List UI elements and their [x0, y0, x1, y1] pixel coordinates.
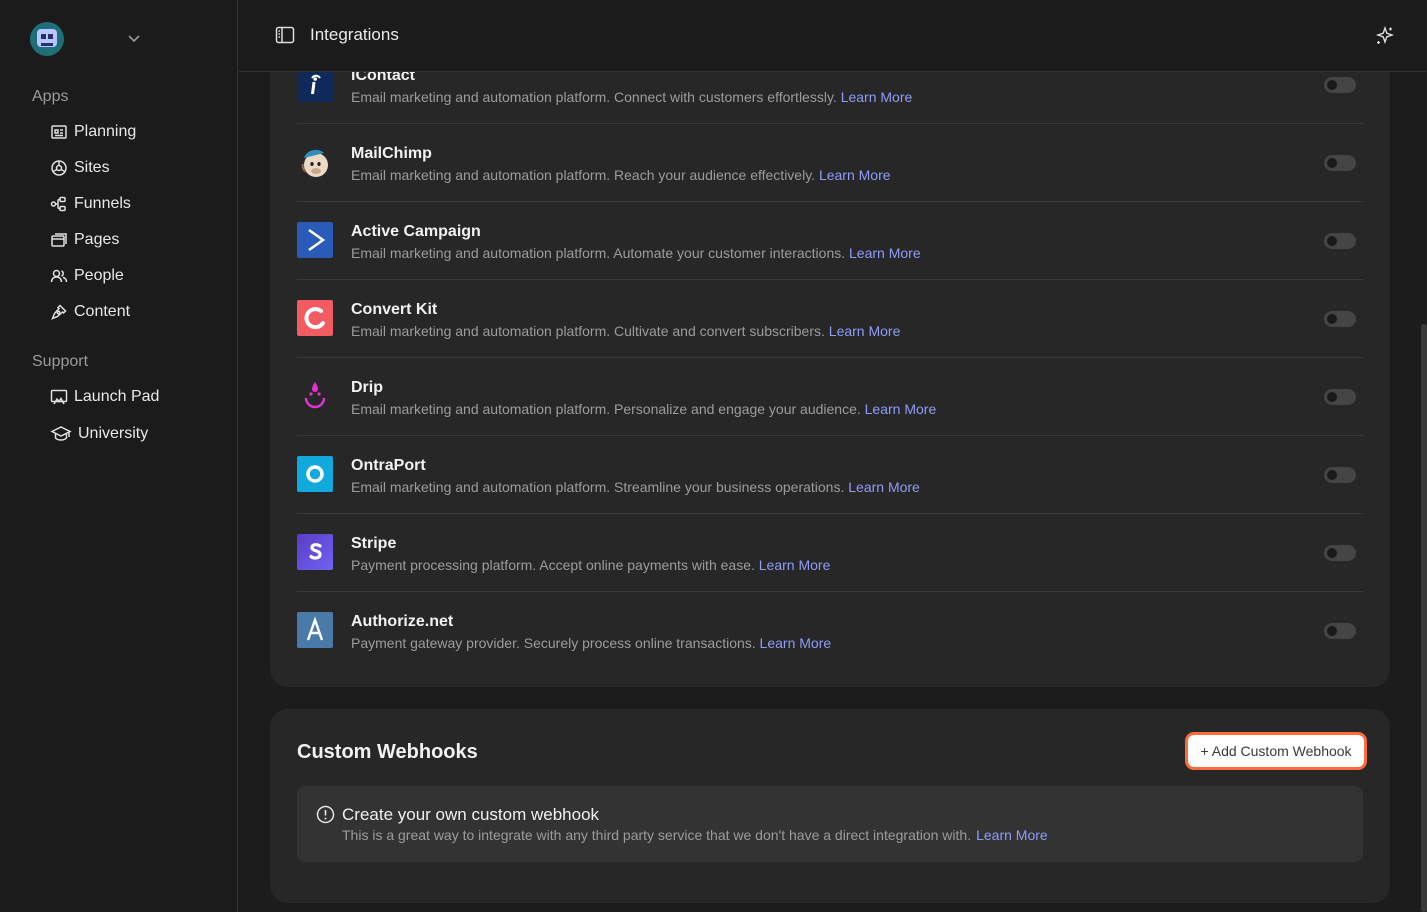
pages-icon: [51, 233, 67, 247]
sidebar-item-university[interactable]: University: [50, 425, 148, 443]
info-circle-icon: [316, 805, 335, 824]
integration-row-authorize-net: Authorize.net Payment gateway provider. …: [297, 592, 1363, 670]
integrations-card: iContact Email marketing and automation …: [270, 72, 1390, 687]
integration-toggle[interactable]: [1324, 233, 1356, 249]
integration-toggle[interactable]: [1324, 155, 1356, 171]
learn-more-link[interactable]: Learn More: [849, 245, 921, 261]
sites-icon: [51, 160, 67, 176]
integration-name: Active Campaign: [351, 223, 481, 240]
integration-row-icontact: iContact Email marketing and automation …: [297, 72, 1363, 124]
stripe-logo: [297, 534, 333, 570]
learn-more-link[interactable]: Learn More: [819, 167, 891, 183]
workspace-avatar: [30, 22, 64, 56]
sidebar-item-label: Pages: [74, 231, 120, 248]
add-custom-webhook-button[interactable]: + Add Custom Webhook: [1186, 733, 1366, 769]
integration-toggle[interactable]: [1324, 311, 1356, 327]
sidebar-item-content[interactable]: Content: [50, 303, 130, 321]
workspace-switcher[interactable]: [30, 22, 64, 56]
learn-more-link[interactable]: Learn More: [760, 635, 832, 651]
sidebar-item-label: University: [78, 425, 149, 442]
integration-toggle[interactable]: [1324, 467, 1356, 483]
sidebar-item-label: Planning: [74, 123, 137, 140]
integration-row-convert-kit: Convert Kit Email marketing and automati…: [297, 280, 1363, 358]
drip-logo: [297, 378, 333, 414]
chevron-down-icon[interactable]: [126, 30, 142, 46]
page-title: Integrations: [310, 25, 399, 44]
integration-toggle[interactable]: [1324, 77, 1356, 93]
graduation-cap-icon: [50, 426, 72, 441]
learn-more-link[interactable]: Learn More: [841, 89, 913, 105]
sparkle-icon[interactable]: [1374, 25, 1396, 47]
pen-icon: [51, 304, 67, 320]
sidebar: Apps Planning Sites Funnels Pages People…: [0, 0, 238, 912]
integration-row-stripe: Stripe Payment processing platform. Acce…: [297, 514, 1363, 592]
sidebar-item-people[interactable]: People: [50, 267, 124, 285]
convert-kit-logo: [297, 300, 333, 336]
mailchimp-logo: [297, 144, 333, 180]
learn-more-link[interactable]: Learn More: [976, 827, 1048, 843]
integration-toggle[interactable]: [1324, 545, 1356, 561]
section-label-support: Support: [32, 353, 89, 370]
webhook-info-title: Create your own custom webhook: [342, 805, 600, 824]
sidebar-item-label: Launch Pad: [74, 388, 160, 405]
sidebar-item-sites[interactable]: Sites: [50, 159, 110, 177]
integration-description: Payment gateway provider. Securely proce…: [351, 635, 832, 651]
sidebar-item-label: Content: [74, 303, 131, 320]
integration-name: Authorize.net: [351, 613, 454, 630]
authorize-net-logo: [297, 612, 333, 648]
webhook-info-text: This is a great way to integrate with an…: [342, 827, 1048, 843]
sidebar-item-label: Funnels: [74, 195, 131, 212]
integration-description: Email marketing and automation platform.…: [351, 167, 891, 183]
launch-pad-icon: [50, 389, 68, 405]
integration-description: Email marketing and automation platform.…: [351, 323, 901, 339]
integration-description: Payment processing platform. Accept onli…: [351, 557, 831, 573]
sidebar-item-launch-pad[interactable]: Launch Pad: [50, 388, 159, 406]
scrollbar[interactable]: [1421, 324, 1427, 912]
integration-description: Email marketing and automation platform.…: [351, 401, 937, 417]
integration-name: Convert Kit: [351, 301, 438, 318]
integration-name: Drip: [351, 379, 383, 396]
learn-more-link[interactable]: Learn More: [829, 323, 901, 339]
custom-webhooks-title: Custom Webhooks: [297, 741, 478, 763]
integration-name: Stripe: [351, 535, 397, 552]
integration-row-active-campaign: Active Campaign Email marketing and auto…: [297, 202, 1363, 280]
integration-name: iContact: [351, 72, 415, 84]
planning-icon: [51, 125, 67, 139]
integration-toggle[interactable]: [1324, 389, 1356, 405]
learn-more-link[interactable]: Learn More: [865, 401, 937, 417]
sidebar-item-label: People: [74, 267, 124, 284]
sidebar-item-planning[interactable]: Planning: [50, 123, 136, 141]
sidebar-item-label: Sites: [74, 159, 110, 176]
section-label-apps: Apps: [32, 88, 69, 105]
integration-name: OntraPort: [351, 457, 426, 474]
custom-webhooks-card: Custom Webhooks + Add Custom Webhook Cre…: [270, 709, 1390, 903]
sidebar-item-pages[interactable]: Pages: [50, 231, 119, 249]
active-campaign-logo: [297, 222, 333, 258]
sidebar-item-funnels[interactable]: Funnels: [50, 195, 131, 213]
icontact-logo: [297, 72, 333, 102]
integration-toggle[interactable]: [1324, 623, 1356, 639]
ontraport-logo: [297, 456, 333, 492]
integration-name: MailChimp: [351, 145, 432, 162]
integration-description: Email marketing and automation platform.…: [351, 479, 920, 495]
main-content[interactable]: iContact Email marketing and automation …: [239, 72, 1427, 912]
integration-row-drip: Drip Email marketing and automation plat…: [297, 358, 1363, 436]
webhook-info-box: Create your own custom webhook This is a…: [297, 786, 1363, 862]
sidebar-toggle-icon[interactable]: [275, 26, 295, 44]
people-icon: [50, 269, 68, 283]
integration-row-ontraport: OntraPort Email marketing and automation…: [297, 436, 1363, 514]
learn-more-link[interactable]: Learn More: [759, 557, 831, 573]
integration-description: Email marketing and automation platform.…: [351, 245, 921, 261]
learn-more-link[interactable]: Learn More: [848, 479, 920, 495]
integration-row-mailchimp: MailChimp Email marketing and automation…: [297, 124, 1363, 202]
integration-description: Email marketing and automation platform.…: [351, 89, 913, 105]
top-bar: Integrations: [239, 0, 1427, 72]
funnels-icon: [50, 196, 66, 212]
